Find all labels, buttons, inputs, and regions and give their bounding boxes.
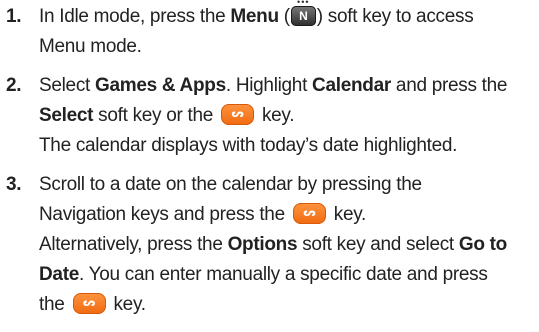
text-fragment: soft key and select xyxy=(297,234,459,255)
ok-key-glyph: ᔕ xyxy=(303,207,316,219)
text-fragment: soft key or the xyxy=(93,105,218,126)
step-text-line: the ᔕ key. xyxy=(39,290,539,320)
step-text-line: Select soft key or the ᔕ key. xyxy=(39,101,539,131)
step-text-line: Navigation keys and press the ᔕ key. xyxy=(39,200,539,230)
step-number: 1. xyxy=(6,6,22,27)
menu-key-glyph: N xyxy=(290,6,316,26)
ok-key-icon: ᔕ xyxy=(292,203,326,224)
step-3: 3. Scroll to a date on the calendar by p… xyxy=(0,170,539,320)
games-apps-label: Games & Apps xyxy=(95,75,226,96)
text-fragment: key. xyxy=(256,105,295,126)
text-fragment: key. xyxy=(328,204,367,225)
text-fragment: . Highlight xyxy=(225,75,313,96)
ok-key-glyph: ᔕ xyxy=(231,108,244,120)
ok-key-glyph: ᔕ xyxy=(82,297,96,309)
text-fragment: ( xyxy=(278,6,290,27)
step-1: 1. In Idle mode, press the Menu (••• N) s… xyxy=(0,0,539,62)
step-text-line: Scroll to a date on the calendar by pres… xyxy=(39,174,422,195)
step-text-line: Date. You can enter manually a specific … xyxy=(39,260,539,290)
text-fragment: key. xyxy=(108,294,146,315)
ok-key-icon: ᔕ xyxy=(220,104,254,125)
step-text-line: In Idle mode, press the Menu (••• N) soft… xyxy=(39,0,539,32)
select-label: Select xyxy=(39,105,94,126)
text-fragment: and press the xyxy=(390,75,508,96)
text-fragment: Navigation keys and press the xyxy=(39,204,290,225)
menu-label: Menu xyxy=(230,6,279,27)
text-fragment: In Idle mode, press the xyxy=(39,6,231,27)
instruction-list: 1. In Idle mode, press the Menu (••• N) s… xyxy=(0,0,539,329)
options-label: Options xyxy=(227,234,298,255)
step-text-line: The calendar displays with today’s date … xyxy=(39,135,458,156)
text-fragment: Alternatively, press the xyxy=(39,234,228,255)
calendar-label: Calendar xyxy=(312,75,391,96)
text-fragment: the xyxy=(39,294,70,315)
step-text-line: Alternatively, press the Options soft ke… xyxy=(39,230,539,260)
menu-key-icon: ••• N xyxy=(290,0,316,26)
text-fragment: Select xyxy=(39,75,95,96)
step-text-line: Select Games & Apps. Highlight Calendar … xyxy=(39,71,539,101)
step-2: 2. Select Games & Apps. Highlight Calend… xyxy=(0,71,539,161)
step-text-line: Menu mode. xyxy=(39,36,142,57)
text-fragment: . You can enter manually a specific date… xyxy=(78,264,488,285)
date-label: Date xyxy=(39,264,79,285)
step-number: 2. xyxy=(6,75,22,96)
ok-key-icon: ᔕ xyxy=(72,293,106,314)
step-number: 3. xyxy=(6,174,22,195)
text-fragment: ) soft key to access xyxy=(316,6,474,27)
go-to-label: Go to xyxy=(458,234,507,255)
